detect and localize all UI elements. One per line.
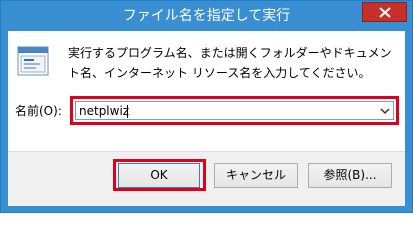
window-title: ファイル名を指定して実行 (122, 8, 291, 24)
open-combobox[interactable] (70, 96, 399, 125)
run-icon (17, 46, 49, 76)
open-label: 名前(O): (15, 104, 62, 118)
instruction-text: 実行するプログラム名、または開くフォルダーやドキュメント名、インターネット リソ… (68, 46, 392, 80)
text-caret (127, 105, 128, 118)
title-bar[interactable]: ファイル名を指定して実行 (1, 1, 412, 31)
run-dialog-window: ファイル名を指定して実行 実行するプログラム名、または開くフォルダーやドキュメン… (0, 0, 413, 213)
cancel-button[interactable]: キャンセル (214, 163, 298, 188)
open-input[interactable] (79, 104, 369, 118)
close-button[interactable] (362, 2, 407, 22)
browse-button[interactable]: 参照(B)... (308, 163, 392, 188)
ok-button-highlight: OK (113, 159, 206, 191)
open-combobox-field (75, 101, 394, 120)
close-icon (379, 7, 391, 18)
ok-button[interactable]: OK (118, 163, 200, 188)
chevron-down-icon[interactable] (380, 107, 390, 115)
